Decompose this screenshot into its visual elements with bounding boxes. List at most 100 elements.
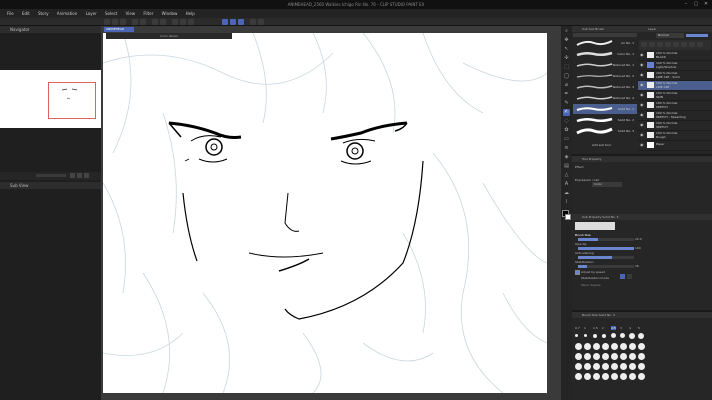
menu-animation[interactable]: Animation bbox=[57, 9, 77, 18]
stabilization-mode-icon[interactable] bbox=[627, 274, 632, 279]
size-swatch[interactable] bbox=[575, 343, 582, 350]
size-swatch[interactable] bbox=[611, 333, 616, 338]
figure-tool-icon[interactable]: △ bbox=[563, 172, 570, 179]
size-label[interactable]: 2 bbox=[602, 326, 604, 330]
layer-row[interactable]: ◉ 100 % Normal Rough bbox=[638, 131, 712, 141]
size-swatch[interactable] bbox=[620, 333, 625, 338]
new-vector-layer-icon[interactable] bbox=[649, 42, 655, 47]
size-swatch[interactable] bbox=[620, 373, 627, 380]
brush-group-tab[interactable] bbox=[573, 33, 637, 37]
brush-item-textured-4[interactable]: Textured No. 4 bbox=[573, 93, 637, 103]
move-tool-icon[interactable]: ✥ bbox=[563, 37, 570, 44]
new-layer-icon[interactable] bbox=[641, 42, 647, 47]
size-swatch[interactable] bbox=[584, 343, 591, 350]
menu-edit[interactable]: Edit bbox=[22, 9, 30, 18]
size-swatch[interactable] bbox=[629, 343, 636, 350]
menu-story[interactable]: Story bbox=[38, 9, 49, 18]
brush-tool-icon[interactable]: ✍ bbox=[563, 109, 570, 116]
new-folder-icon[interactable] bbox=[657, 42, 663, 47]
brush-size-slider[interactable] bbox=[578, 238, 634, 241]
mask-layer-icon[interactable] bbox=[681, 42, 687, 47]
lasso-tool-icon[interactable]: ◯ bbox=[563, 73, 570, 80]
size-swatch[interactable] bbox=[602, 334, 606, 338]
menu-file[interactable]: File bbox=[7, 9, 14, 18]
clear-icon[interactable] bbox=[152, 19, 158, 25]
menu-select[interactable]: Select bbox=[105, 9, 117, 18]
zoom-out-icon[interactable] bbox=[77, 173, 82, 178]
size-label[interactable]: 5 bbox=[638, 326, 640, 330]
size-swatch[interactable] bbox=[629, 373, 636, 380]
size-swatch[interactable] bbox=[638, 343, 645, 350]
eye-icon[interactable]: ◉ bbox=[640, 103, 644, 107]
size-swatch[interactable] bbox=[638, 373, 645, 380]
eye-icon[interactable]: ◉ bbox=[640, 133, 644, 137]
add-subtool-button[interactable]: Add sub tool bbox=[592, 143, 611, 147]
size-swatch[interactable] bbox=[575, 373, 582, 380]
drawing-canvas[interactable] bbox=[103, 33, 547, 393]
palette-icon[interactable] bbox=[258, 19, 264, 25]
open-icon[interactable] bbox=[112, 19, 118, 25]
size-swatch[interactable] bbox=[584, 353, 591, 360]
layer-row[interactable]: ◉ 100 % Normal LINE ART - Solid bbox=[638, 71, 712, 81]
navigator-view-frame[interactable] bbox=[48, 82, 96, 119]
size-swatch[interactable] bbox=[575, 363, 582, 370]
balloon-tool-icon[interactable]: ☁ bbox=[563, 190, 570, 197]
size-swatch[interactable] bbox=[620, 343, 627, 350]
eye-icon[interactable]: ◉ bbox=[640, 53, 644, 57]
brush-item-solid-3[interactable]: Solid No. 3 bbox=[573, 126, 637, 136]
layer-row[interactable]: ◉ 100 % Normal SKIN bbox=[638, 91, 712, 101]
fit-icon[interactable] bbox=[84, 173, 89, 178]
undo-icon[interactable] bbox=[132, 19, 138, 25]
brush-item-textured-2[interactable]: Textured No. 2 bbox=[573, 71, 637, 81]
brush-item-air-1[interactable]: Air No. 1 bbox=[573, 38, 637, 48]
gradient-tool-icon[interactable]: ▤ bbox=[563, 163, 570, 170]
stabilization-slider[interactable] bbox=[578, 265, 634, 268]
brush-item-solid-1[interactable]: Solid No. 1 bbox=[573, 104, 637, 114]
layer-row-selected[interactable]: ◉ 100 % Normal LINE ART bbox=[638, 81, 712, 91]
stabilization-mode-icon[interactable] bbox=[620, 274, 625, 279]
blend-mode-select[interactable]: Normal bbox=[656, 33, 684, 38]
size-swatch[interactable] bbox=[620, 363, 627, 370]
size-swatch[interactable] bbox=[593, 343, 600, 350]
layer-row[interactable]: ◉ 100 % Normal SKETCH bbox=[638, 101, 712, 111]
layer-row[interactable]: ◉ 100 % Normal SKETCH bbox=[638, 121, 712, 131]
brush-item-solid-2[interactable]: Solid No. 2 bbox=[573, 115, 637, 125]
size-swatch[interactable] bbox=[611, 353, 618, 360]
document-tab[interactable]: ANIMEHEAD bbox=[104, 27, 134, 32]
size-label[interactable]: 1 bbox=[584, 326, 586, 330]
selection-tool-icon[interactable]: ⬚ bbox=[563, 64, 570, 71]
move-layer-tool-icon[interactable]: ✣ bbox=[563, 55, 570, 62]
deselect-icon[interactable] bbox=[172, 19, 178, 25]
size-label[interactable]: 0.7 bbox=[575, 326, 580, 330]
expression-color-select[interactable]: Color bbox=[592, 182, 622, 187]
sub-color-swatch[interactable] bbox=[565, 214, 571, 220]
eraser-tool-icon[interactable]: ▭ bbox=[563, 136, 570, 143]
pencil-tool-icon[interactable]: ✎ bbox=[563, 100, 570, 107]
opacity-slider[interactable] bbox=[578, 247, 634, 250]
size-swatch[interactable] bbox=[629, 333, 635, 339]
brush-item-textured-3[interactable]: Textured No. 3 bbox=[573, 82, 637, 92]
brush-item-color-1[interactable]: Color No. 1 bbox=[573, 49, 637, 59]
adjust-by-speed-checkbox[interactable] bbox=[575, 270, 580, 275]
snap-ruler-icon[interactable] bbox=[222, 19, 228, 25]
size-swatch[interactable] bbox=[611, 343, 618, 350]
eye-icon[interactable]: ◉ bbox=[640, 93, 644, 97]
size-swatch[interactable] bbox=[584, 363, 591, 370]
eye-icon[interactable]: ◉ bbox=[640, 143, 644, 147]
size-swatch[interactable] bbox=[593, 363, 600, 370]
decoration-tool-icon[interactable]: ✿ bbox=[563, 127, 570, 134]
zoom-slider[interactable] bbox=[36, 174, 66, 177]
anti-aliasing-slider[interactable] bbox=[578, 256, 634, 259]
menu-layer[interactable]: Layer bbox=[86, 9, 97, 18]
eye-icon[interactable]: ◉ bbox=[640, 83, 644, 87]
size-swatch[interactable] bbox=[584, 373, 591, 380]
color-icon[interactable] bbox=[250, 19, 256, 25]
color-wheel-floating-bar[interactable]: Color wheel bbox=[106, 33, 232, 39]
size-label[interactable]: 1.5 bbox=[593, 326, 598, 330]
size-swatch[interactable] bbox=[593, 353, 600, 360]
layer-opacity-slider[interactable] bbox=[686, 34, 708, 37]
size-swatch[interactable] bbox=[602, 363, 609, 370]
menu-view[interactable]: View bbox=[126, 9, 136, 18]
snap-special-ruler-icon[interactable] bbox=[238, 19, 244, 25]
size-swatch[interactable] bbox=[575, 334, 578, 337]
